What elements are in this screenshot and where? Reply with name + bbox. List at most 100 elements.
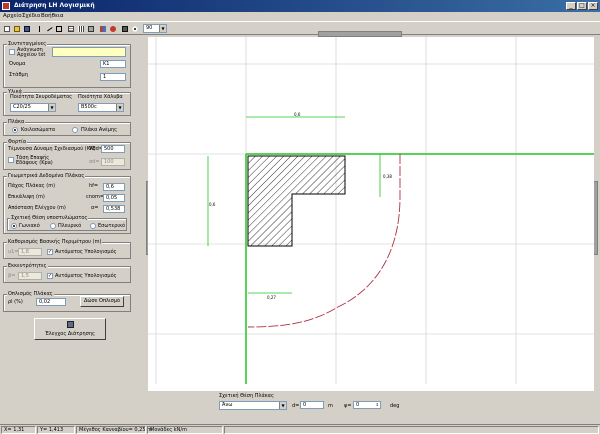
thickness-input[interactable]: 0,6: [103, 183, 125, 191]
eccentricity-auto-checkbox[interactable]: ✓: [47, 273, 53, 279]
status-empty: [224, 426, 599, 434]
steel-select[interactable]: B500c ▼: [78, 103, 124, 112]
dim-label-left: 0,6: [209, 202, 216, 207]
save-icon[interactable]: [22, 24, 31, 33]
phi-label: φ=: [344, 403, 352, 409]
ved-input[interactable]: 500: [101, 145, 125, 153]
slab-option-stair-radio[interactable]: [72, 127, 78, 133]
soil-input[interactable]: 100: [101, 158, 125, 166]
steel-value: B500c: [81, 104, 97, 110]
slab-position-select[interactable]: Άνω ▼: [219, 401, 287, 410]
chevron-down-icon: ▼: [116, 104, 123, 111]
slab-title: Πλάκα: [7, 119, 26, 125]
cover-input[interactable]: 0,05: [103, 194, 125, 202]
table-icon[interactable]: [66, 24, 75, 33]
menu-file[interactable]: Αρχείο: [3, 13, 22, 19]
perimeter-title: Καθορισμός Βασικής Περιμέτρου (m): [7, 239, 103, 245]
left-panel: Συντεταγμένες Ανάγνωση Αρχείου txt Όνομα…: [0, 36, 146, 424]
maximize-button[interactable]: □: [577, 2, 587, 10]
close-button[interactable]: ×: [588, 2, 598, 10]
soil-label: Τάση Επαφής Εδάφους (Kpa): [16, 155, 53, 166]
thickness-symbol: hf=: [89, 183, 99, 189]
slab-option-stair-label: Πλάκα Ανέμης: [81, 127, 118, 133]
cover-symbol: cnom=: [86, 194, 105, 200]
read-file-checkbox[interactable]: [9, 49, 15, 55]
chevron-down-icon: ▼: [279, 402, 286, 409]
geometry-title: Γεωμετρικά Δεδομένα Πλάκας: [7, 173, 86, 179]
phi-value: 0: [356, 402, 360, 408]
app-icon: [2, 2, 10, 10]
calculator-icon: [67, 321, 74, 328]
dist-input[interactable]: 0,538: [103, 205, 125, 213]
slab-position-value: Άνω: [222, 402, 233, 408]
title-bar: Διάτρηση LH Λογισμική _ □ ×: [0, 0, 600, 12]
menu-help[interactable]: Βοήθεια: [41, 13, 63, 19]
loads-title: Φορτία: [7, 139, 28, 145]
d-label: d=: [292, 403, 300, 409]
new-file-icon[interactable]: [2, 24, 11, 33]
minimize-button[interactable]: _: [566, 2, 576, 10]
position-interior-radio[interactable]: [90, 223, 96, 229]
position-interior-label: Εσωτερικό: [98, 223, 126, 229]
position-corner-radio[interactable]: [11, 223, 17, 229]
read-file-label: Ανάγνωση Αρχείου txt: [17, 47, 46, 58]
perimeter-auto-label: Αυτόματος Υπολογισμός: [55, 249, 117, 255]
dim-label-bottom: 0,27: [267, 295, 276, 300]
run-icon[interactable]: [108, 24, 117, 33]
cover-label: Επικάλυψη (m): [8, 194, 45, 200]
beta-input[interactable]: 1,5: [18, 272, 42, 280]
punching-check-label: Έλεγχος Διάτρησης: [45, 331, 95, 337]
phi-input[interactable]: 0 ⇕: [353, 401, 381, 409]
thickness-label: Πάχος Πλάκας (m): [8, 183, 56, 189]
spin-icon[interactable]: ⇕: [376, 402, 379, 408]
zoom-value: 90: [146, 25, 153, 31]
give-reinforcement-button[interactable]: Δώσε Οπλισμό: [80, 296, 124, 307]
concrete-label: Ποιότητα Σκυροδέματος: [10, 94, 73, 100]
soil-symbol: σd=: [89, 159, 100, 165]
print-icon[interactable]: [120, 24, 129, 33]
chevron-down-icon: ▼: [159, 25, 166, 32]
name-input[interactable]: Κ1: [100, 60, 126, 68]
concrete-select[interactable]: C20/25 ▼: [10, 103, 56, 112]
steel-label: Ποιότητα Χάλυβα: [78, 94, 123, 100]
status-bar: X= 1,31 Y= 1,413 Μέγεθος Κανναβίου= 0,25…: [0, 424, 600, 434]
read-file-input[interactable]: [52, 47, 126, 57]
drawing-canvas[interactable]: 0,6 0,6 0,38 0,27: [148, 37, 594, 391]
zoom-select[interactable]: 90 ▼: [143, 24, 167, 33]
dim-label-top: 0,6: [294, 112, 301, 117]
beta-symbol: β=: [8, 273, 16, 279]
menu-drawing[interactable]: Σχέδιο: [22, 13, 40, 19]
table2-icon[interactable]: [86, 24, 95, 33]
slab-position-title: Σχετική Θέση Πλάκας: [219, 393, 274, 399]
line-icon[interactable]: [44, 24, 53, 33]
ved-label: Τέμνουσα Δύναμη Σχεδιασμού (KN): [8, 146, 96, 152]
grid-icon[interactable]: [76, 24, 85, 33]
soil-checkbox[interactable]: [8, 157, 14, 163]
rho-input[interactable]: 0,02: [36, 298, 66, 306]
drawing-svg: [148, 37, 594, 384]
slab-option-hollow-label: Κοιλοσώματα: [21, 127, 56, 133]
d-input[interactable]: 0: [300, 401, 324, 409]
perimeter-auto-checkbox[interactable]: ✓: [47, 249, 53, 255]
cut-icon[interactable]: [34, 24, 43, 33]
level-input[interactable]: 1: [100, 73, 126, 81]
rectangle-icon[interactable]: [54, 24, 63, 33]
open-folder-icon[interactable]: [12, 24, 21, 33]
status-y: Y= 1,413: [37, 426, 75, 434]
chevron-down-icon: ▼: [48, 104, 55, 111]
slab-option-hollow-radio[interactable]: [12, 127, 18, 133]
grid-lines: [148, 37, 594, 384]
phi-unit: deg: [390, 403, 400, 409]
punching-check-button[interactable]: Έλεγχος Διάτρησης: [34, 318, 106, 340]
eccentricity-auto-label: Αυτόματος Υπολογισμός: [55, 273, 117, 279]
dist-symbol: α=: [91, 205, 99, 211]
window-title: Διάτρηση LH Λογισμική: [14, 2, 95, 9]
position-edge-radio[interactable]: [50, 223, 56, 229]
settings-icon[interactable]: [130, 24, 139, 33]
u1-input[interactable]: 1,8: [18, 248, 42, 256]
position-edge-label: Πλευρικό: [58, 223, 82, 229]
color-icon[interactable]: [98, 24, 107, 33]
status-units: Μονάδες kN/m: [147, 426, 223, 434]
dist-label: Απόσταση Ελέγχου (m): [8, 205, 66, 211]
dim-label-right: 0,38: [383, 174, 392, 179]
